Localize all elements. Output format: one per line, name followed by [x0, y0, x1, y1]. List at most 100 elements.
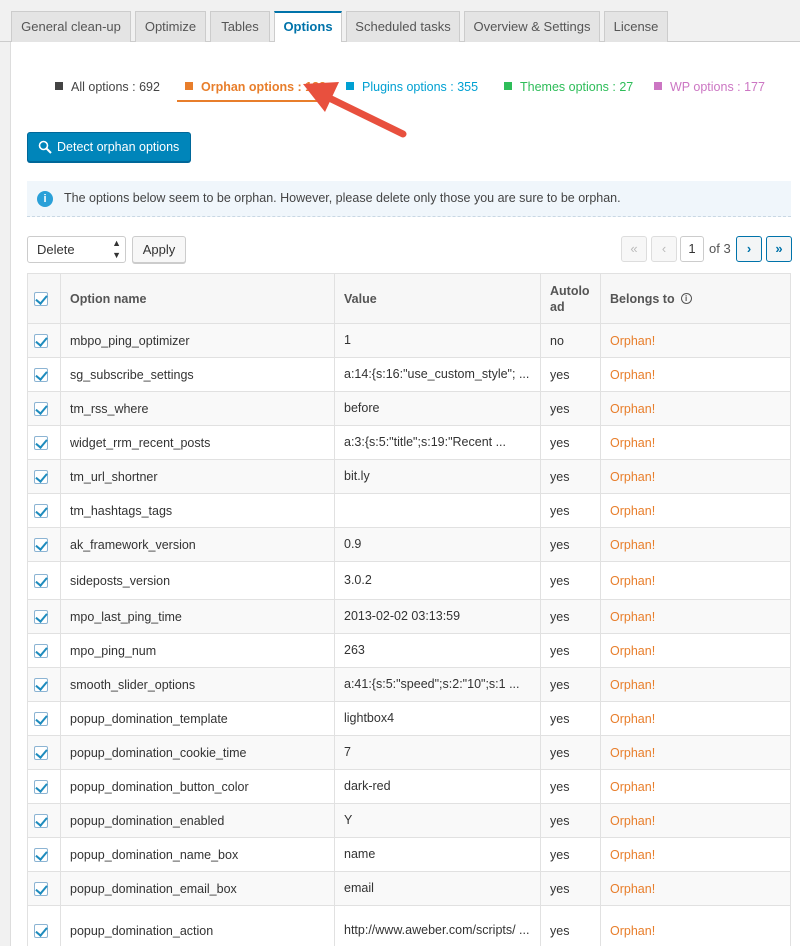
row-checkbox[interactable]: [34, 401, 48, 416]
apply-button[interactable]: Apply: [132, 236, 186, 263]
row-checkbox[interactable]: [34, 609, 48, 624]
column-header-value[interactable]: Value: [335, 274, 541, 323]
belongs-to-cell: Orphan!: [601, 392, 790, 425]
belongs-to-cell: Orphan!: [601, 460, 790, 493]
row-select-cell: [28, 426, 61, 459]
option-value-cell: a:41:{s:5:"speed";s:2:"10";s:1 ...: [335, 668, 541, 701]
row-checkbox[interactable]: [34, 503, 48, 518]
table-row: popup_domination_enabled Yyes Orphan!: [28, 804, 790, 838]
option-name-cell: popup_domination_action: [61, 906, 335, 946]
row-checkbox[interactable]: [34, 923, 48, 938]
row-checkbox[interactable]: [34, 779, 48, 794]
table-header-row: Option name Value Autolo ad Belongs to i: [28, 274, 790, 324]
tab-scheduled-tasks[interactable]: Scheduled tasks: [346, 11, 460, 42]
option-name: widget_rrm_recent_posts: [70, 435, 211, 450]
row-checkbox[interactable]: [34, 677, 48, 692]
belongs-to-cell: Orphan!: [601, 426, 790, 459]
table-row: tm_rss_where before yes Orphan!: [28, 392, 790, 426]
detect-orphan-options-button[interactable]: Detect orphan options: [27, 132, 191, 162]
option-value-cell: http://www.aweber.com/scripts/ ...: [335, 906, 541, 946]
tab-general-clean-up[interactable]: General clean-up: [11, 11, 131, 42]
option-name: mpo_last_ping_time: [70, 609, 182, 624]
belongs-to-cell: Orphan!: [601, 736, 790, 769]
bulk-action-select[interactable]: Delete ▲ ▼: [27, 236, 126, 263]
row-checkbox[interactable]: [34, 847, 48, 862]
option-value-cell: before: [335, 392, 541, 425]
belongs-to-cell: Orphan!: [601, 702, 790, 735]
tab-license[interactable]: License: [604, 11, 668, 42]
autoload-value: yes: [550, 677, 570, 692]
row-checkbox[interactable]: [34, 367, 48, 382]
option-name-cell: sideposts_version: [61, 562, 335, 599]
color-square-icon: [504, 82, 512, 90]
autoload-cell: yes: [541, 426, 601, 459]
row-checkbox[interactable]: [34, 573, 48, 588]
color-square-icon: [185, 82, 193, 90]
table-row: sideposts_version 3.0.2 yes Orphan!: [28, 562, 790, 600]
row-checkbox[interactable]: [34, 469, 48, 484]
autoload-value: yes: [550, 779, 570, 794]
option-value: 1: [344, 333, 351, 347]
row-checkbox[interactable]: [34, 745, 48, 760]
row-checkbox[interactable]: [34, 537, 48, 552]
color-square-icon: [55, 82, 63, 90]
option-name-cell: sg_subscribe_settings: [61, 358, 335, 391]
filter-all-options[interactable]: All options : 692: [55, 78, 160, 102]
filter-wp-options[interactable]: WP options : 177: [654, 78, 765, 102]
belongs-to-cell: Orphan!: [601, 804, 790, 837]
column-header-belongs-to[interactable]: Belongs to i: [601, 274, 790, 323]
option-name: popup_domination_cookie_time: [70, 745, 247, 760]
first-page-button[interactable]: «: [621, 236, 647, 262]
belongs-to-value: Orphan!: [610, 779, 656, 794]
autoload-value: yes: [550, 881, 570, 896]
info-icon[interactable]: i: [680, 293, 692, 304]
tab-optimize[interactable]: Optimize: [135, 11, 206, 42]
filter-themes-options[interactable]: Themes options : 27: [504, 78, 633, 102]
belongs-to-value: Orphan!: [610, 573, 656, 588]
select-all-checkbox[interactable]: [34, 291, 48, 306]
autoload-cell: yes: [541, 494, 601, 527]
row-select-cell: [28, 324, 61, 357]
info-icon: i: [37, 191, 53, 207]
row-checkbox[interactable]: [34, 813, 48, 828]
option-value-cell: name: [335, 838, 541, 871]
notice-text: The options below seem to be orphan. How…: [64, 191, 621, 205]
current-page-input[interactable]: 1: [680, 236, 704, 262]
option-value: http://www.aweber.com/scripts/ ...: [344, 923, 530, 937]
autoload-cell: yes: [541, 770, 601, 803]
tab-overview-settings[interactable]: Overview & Settings: [464, 11, 600, 42]
belongs-to-cell: Orphan!: [601, 600, 790, 633]
annotation-arrow-icon: [303, 82, 407, 138]
option-value: email: [344, 881, 374, 895]
option-value: lightbox4: [344, 711, 395, 725]
row-checkbox[interactable]: [34, 333, 48, 348]
select-all-cell: [28, 274, 61, 323]
option-name-cell: popup_domination_cookie_time: [61, 736, 335, 769]
row-checkbox[interactable]: [34, 881, 48, 896]
row-select-cell: [28, 392, 61, 425]
next-page-button[interactable]: ›: [736, 236, 762, 262]
autoload-cell: yes: [541, 358, 601, 391]
prev-page-button[interactable]: ‹: [651, 236, 677, 262]
tab-tables[interactable]: Tables: [210, 11, 270, 42]
option-value-cell: 1: [335, 324, 541, 357]
row-checkbox[interactable]: [34, 643, 48, 658]
autoload-value: yes: [550, 537, 570, 552]
row-select-cell: [28, 906, 61, 946]
column-header-autoload[interactable]: Autolo ad: [541, 274, 601, 323]
option-name: sideposts_version: [70, 573, 171, 588]
row-select-cell: [28, 358, 61, 391]
row-select-cell: [28, 838, 61, 871]
option-value: 0.9: [344, 537, 362, 551]
column-header-option-name[interactable]: Option name: [61, 274, 335, 323]
autoload-cell: yes: [541, 906, 601, 946]
tab-options[interactable]: Options: [274, 11, 342, 43]
row-checkbox[interactable]: [34, 435, 48, 450]
row-checkbox[interactable]: [34, 711, 48, 726]
last-page-button[interactable]: »: [766, 236, 792, 262]
autoload-value: yes: [550, 573, 570, 588]
option-value-cell: a:3:{s:5:"title";s:19:"Recent ...: [335, 426, 541, 459]
row-select-cell: [28, 600, 61, 633]
select-arrows-icon: ▲ ▼: [112, 238, 121, 260]
belongs-to-cell: Orphan!: [601, 770, 790, 803]
